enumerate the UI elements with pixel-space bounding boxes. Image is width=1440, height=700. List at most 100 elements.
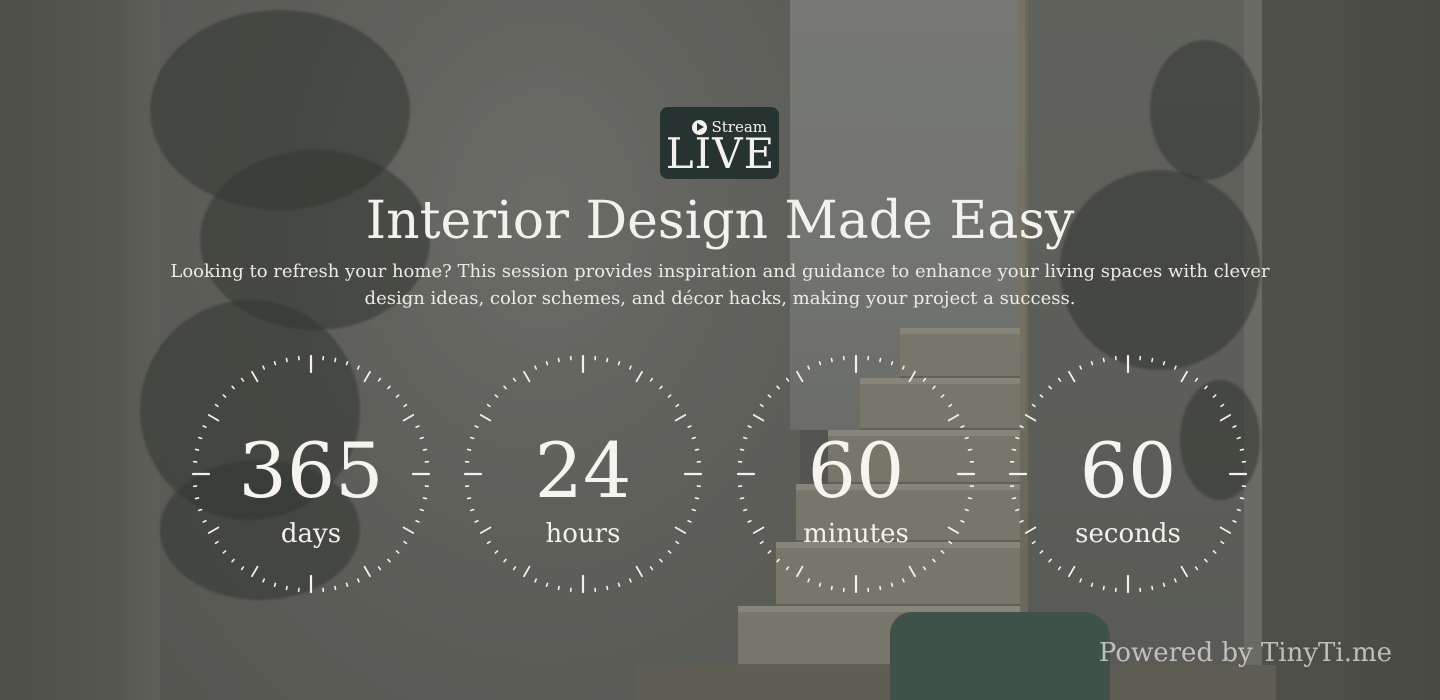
dial-tick [377,566,382,571]
dial-tick [1079,578,1083,583]
dial-tick [606,585,609,591]
dial-tick [512,566,517,571]
dial-tick [687,425,692,429]
hours-value: 24 [534,426,632,515]
dial-tick [1031,403,1036,408]
dial-tick [503,385,507,390]
dial-tick [830,357,833,363]
dial-tick [512,377,517,382]
dial-tick [207,414,220,422]
dial-tick [523,370,531,383]
dial-tick [1212,394,1217,398]
dial-tick [240,566,245,571]
days-value: 365 [238,426,384,515]
powered-by-link[interactable]: Powered by TinyTi.me [1099,636,1392,670]
dial-tick [486,403,491,408]
dial-tick [879,585,882,591]
days-label: days [280,519,342,549]
dial-tick [807,365,811,370]
dial-tick [273,360,277,366]
dial-tick [807,578,811,583]
dial-tick [940,394,945,398]
dial-tick [356,365,360,370]
dial-tick [356,578,360,583]
dial-tick [635,370,643,383]
dial-tick [1180,370,1188,383]
dial-tick [890,360,894,366]
event-description: Looking to refresh your home? This sessi… [170,261,1270,309]
dial-tick [776,558,780,563]
dial-tick [667,394,672,398]
dial-tick [1162,582,1166,588]
live-label: LIVE [665,129,776,178]
dial-tick [273,582,277,588]
dial-tick [617,582,621,588]
countdown-seconds: 60 seconds [1005,351,1251,597]
dial-tick [345,360,349,366]
dial-tick [387,558,391,563]
dial-tick [231,385,235,390]
dial-tick [1090,360,1094,366]
dial-tick [214,403,219,408]
dial-tick [474,425,479,429]
dial-tick [1102,357,1105,363]
dial-tick [1102,585,1105,591]
dial-tick [908,565,916,578]
dial-tick [231,558,235,563]
dial-tick [879,357,882,363]
dial-tick [948,403,953,408]
dial-tick [494,550,499,554]
dial-tick [1180,565,1188,578]
dial-tick [395,394,400,398]
dial-tick [222,394,227,398]
dial-tick [1162,360,1166,366]
dial-tick [1079,365,1083,370]
dial-tick [1039,550,1044,554]
dial-tick [1039,394,1044,398]
dial-tick [628,578,632,583]
dial-tick [796,370,804,383]
dial-tick [494,394,499,398]
dial-tick [747,425,752,429]
dial-tick [776,385,780,390]
minutes-label: minutes [803,519,909,549]
dial-tick [415,425,420,429]
dial-tick [1090,582,1094,588]
dial-tick [251,370,259,383]
dial-tick [901,365,905,370]
dial-tick [479,414,492,422]
dial-tick [202,425,207,429]
dial-tick [363,565,371,578]
dial-tick [932,558,936,563]
dial-tick [1048,558,1052,563]
dial-tick [222,550,227,554]
dial-tick [1151,357,1154,363]
dial-tick [767,394,772,398]
dial-tick [922,566,927,571]
dial-tick [1204,558,1208,563]
dial-tick [1204,385,1208,390]
dial-tick [1194,566,1199,571]
dial-tick [1151,585,1154,591]
dial-tick [534,578,538,583]
dial-tick [796,565,804,578]
hours-label: hours [545,519,621,549]
dial-tick [1068,370,1076,383]
dial-tick [785,377,790,382]
dial-tick [1068,565,1076,578]
dial-tick [534,365,538,370]
dial-tick [1220,403,1225,408]
dial-tick [545,360,549,366]
dial-tick [285,357,288,363]
dial-tick [675,403,680,408]
seconds-label: seconds [1075,519,1181,549]
dial-tick [1173,578,1177,583]
dial-tick [818,582,822,588]
dial-tick [674,414,687,422]
countdown-days: 365 days [188,351,434,597]
dial-tick [1194,377,1199,382]
dial-tick [635,565,643,578]
dial-tick [1232,425,1237,429]
live-stream-badge[interactable]: Stream LIVE [660,107,779,179]
dial-tick [947,414,960,422]
